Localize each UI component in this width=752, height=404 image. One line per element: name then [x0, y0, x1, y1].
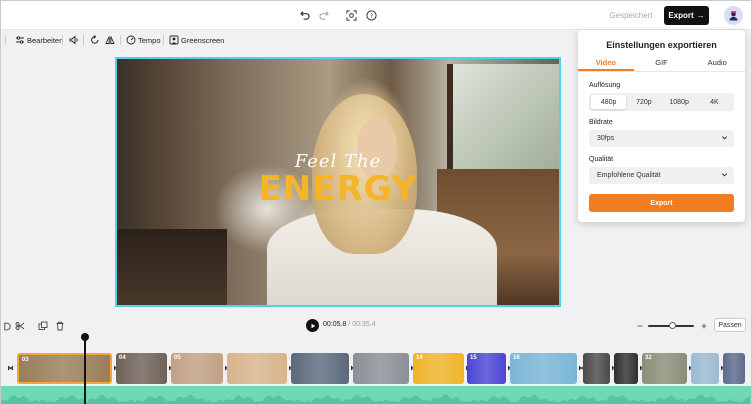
- clip-number: 05: [174, 355, 181, 361]
- trash-icon[interactable]: [54, 320, 66, 332]
- arrow-right-icon: →: [696, 11, 705, 20]
- rotate-icon: [91, 35, 99, 44]
- panel-title: Einstellungen exportieren: [606, 40, 717, 50]
- undo-icon[interactable]: [297, 8, 311, 22]
- export-button-label: Export: [668, 11, 694, 20]
- timeline-controls: 00:05.8 / 00:35.4 Passen: [1, 317, 751, 335]
- divider: [5, 35, 6, 45]
- play-button[interactable]: [306, 319, 319, 332]
- clip-number: 14: [416, 355, 423, 361]
- quality-value: Empfohlene Qualität: [597, 172, 661, 179]
- tab-gif[interactable]: GIF: [634, 58, 690, 71]
- video-track: 03⋈04⋈05⋈⋈⋈⋈14⋈15⋈16⋈⋈⋈32⋈⋈⋈: [1, 353, 751, 384]
- video-canvas[interactable]: Feel The ENERGY: [115, 57, 561, 307]
- timeline-clip[interactable]: 14: [413, 353, 464, 384]
- clip-number: 32: [645, 355, 652, 361]
- transition-icon[interactable]: ⋈: [7, 365, 14, 372]
- sliders-icon: [16, 36, 24, 44]
- current-time: 00:05.8: [323, 321, 347, 328]
- timeline-clip[interactable]: 03: [17, 353, 112, 384]
- export-tabs: Video GIF Audio: [578, 58, 745, 72]
- audio-track[interactable]: [1, 386, 751, 404]
- zoom-out-icon[interactable]: [634, 320, 646, 332]
- tab-audio[interactable]: Audio: [689, 58, 745, 71]
- timeline-clip[interactable]: [723, 353, 745, 384]
- clip-number: 03: [22, 357, 29, 363]
- volume-icon: [69, 35, 78, 45]
- fit-timeline-button[interactable]: Passen: [714, 318, 746, 332]
- timeline-clip[interactable]: 16: [510, 353, 577, 384]
- framerate-select[interactable]: 30fps: [589, 130, 734, 147]
- person-screen-icon: [169, 35, 179, 45]
- speed-button[interactable]: Tempo: [126, 33, 161, 47]
- waveform-path: [1, 394, 750, 404]
- export-submit-button[interactable]: Export: [589, 194, 734, 212]
- audio-waveform: [1, 394, 750, 404]
- timeline-clip[interactable]: [583, 353, 610, 384]
- playhead-handle[interactable]: [81, 333, 89, 341]
- divider: [120, 35, 121, 45]
- timecode: 00:05.8 / 00:35.4: [323, 321, 376, 328]
- export-settings-panel: Einstellungen exportieren Video GIF Audi…: [578, 30, 745, 222]
- volume-button[interactable]: [69, 33, 79, 47]
- divider: [163, 35, 164, 45]
- timeline-clip[interactable]: [353, 353, 409, 384]
- timeline-clip[interactable]: 32: [642, 353, 687, 384]
- resolution-option-4k[interactable]: 4K: [697, 95, 732, 109]
- saved-status-button: Gespeichert: [609, 11, 653, 20]
- clip-number: 15: [470, 355, 477, 361]
- clip-number: 04: [119, 355, 126, 361]
- play-icon: [311, 323, 315, 328]
- quality-label: Qualität: [589, 156, 614, 163]
- screenshot-icon[interactable]: [344, 8, 358, 22]
- framerate-label: Bildrate: [589, 119, 613, 126]
- divider: [62, 35, 63, 45]
- clip-number: 16: [513, 355, 520, 361]
- speed-label: Tempo: [138, 35, 161, 45]
- chevron-down-icon: [721, 134, 728, 143]
- duplicate-icon[interactable]: [37, 320, 49, 332]
- timeline-clip[interactable]: [227, 353, 287, 384]
- zoom-slider-handle[interactable]: [669, 322, 676, 329]
- title-text-line2[interactable]: ENERGY: [117, 169, 559, 209]
- resolution-option-720p[interactable]: 720p: [626, 95, 661, 109]
- timeline-clip[interactable]: 04: [116, 353, 167, 384]
- scissors-icon[interactable]: [14, 320, 26, 332]
- timeline-clip[interactable]: [691, 353, 719, 384]
- top-bar: ? Gespeichert Export →: [1, 1, 751, 30]
- car-dashboard: [117, 229, 227, 305]
- playhead[interactable]: [84, 333, 86, 404]
- divider: [83, 35, 84, 45]
- resolution-label: Auflösung: [589, 82, 621, 89]
- zoom-in-icon[interactable]: [698, 320, 710, 332]
- export-button[interactable]: Export →: [664, 6, 709, 25]
- resolution-option-1080p[interactable]: 1080p: [662, 95, 697, 109]
- redo-icon[interactable]: [317, 8, 331, 22]
- help-icon[interactable]: ?: [364, 8, 378, 22]
- rotate-button[interactable]: [90, 33, 100, 47]
- avatar[interactable]: [724, 6, 743, 25]
- greenscreen-button[interactable]: Greenscreen: [169, 33, 224, 47]
- timeline-clip[interactable]: 15: [467, 353, 506, 384]
- svg-text:?: ?: [369, 11, 372, 19]
- resolution-selector: 480p 720p 1080p 4K: [589, 93, 734, 111]
- greenscreen-label: Greenscreen: [181, 35, 225, 45]
- edit-label: Bearbeiten: [27, 35, 64, 45]
- flip-button[interactable]: [105, 33, 115, 47]
- total-time: 00:35.4: [352, 321, 376, 328]
- resolution-option-480p[interactable]: 480p: [591, 95, 627, 109]
- chevron-down-icon: [721, 171, 728, 180]
- split-icon[interactable]: [1, 320, 13, 332]
- speedometer-icon: [126, 35, 136, 45]
- edit-button[interactable]: Bearbeiten: [15, 33, 63, 47]
- timeline-clip[interactable]: [291, 353, 349, 384]
- quality-select[interactable]: Empfohlene Qualität: [589, 167, 734, 184]
- timeline-clip[interactable]: [614, 353, 638, 384]
- flip-icon: [105, 36, 115, 44]
- timeline-clip[interactable]: 05: [171, 353, 223, 384]
- framerate-value: 30fps: [597, 135, 615, 142]
- tab-video[interactable]: Video: [578, 58, 634, 71]
